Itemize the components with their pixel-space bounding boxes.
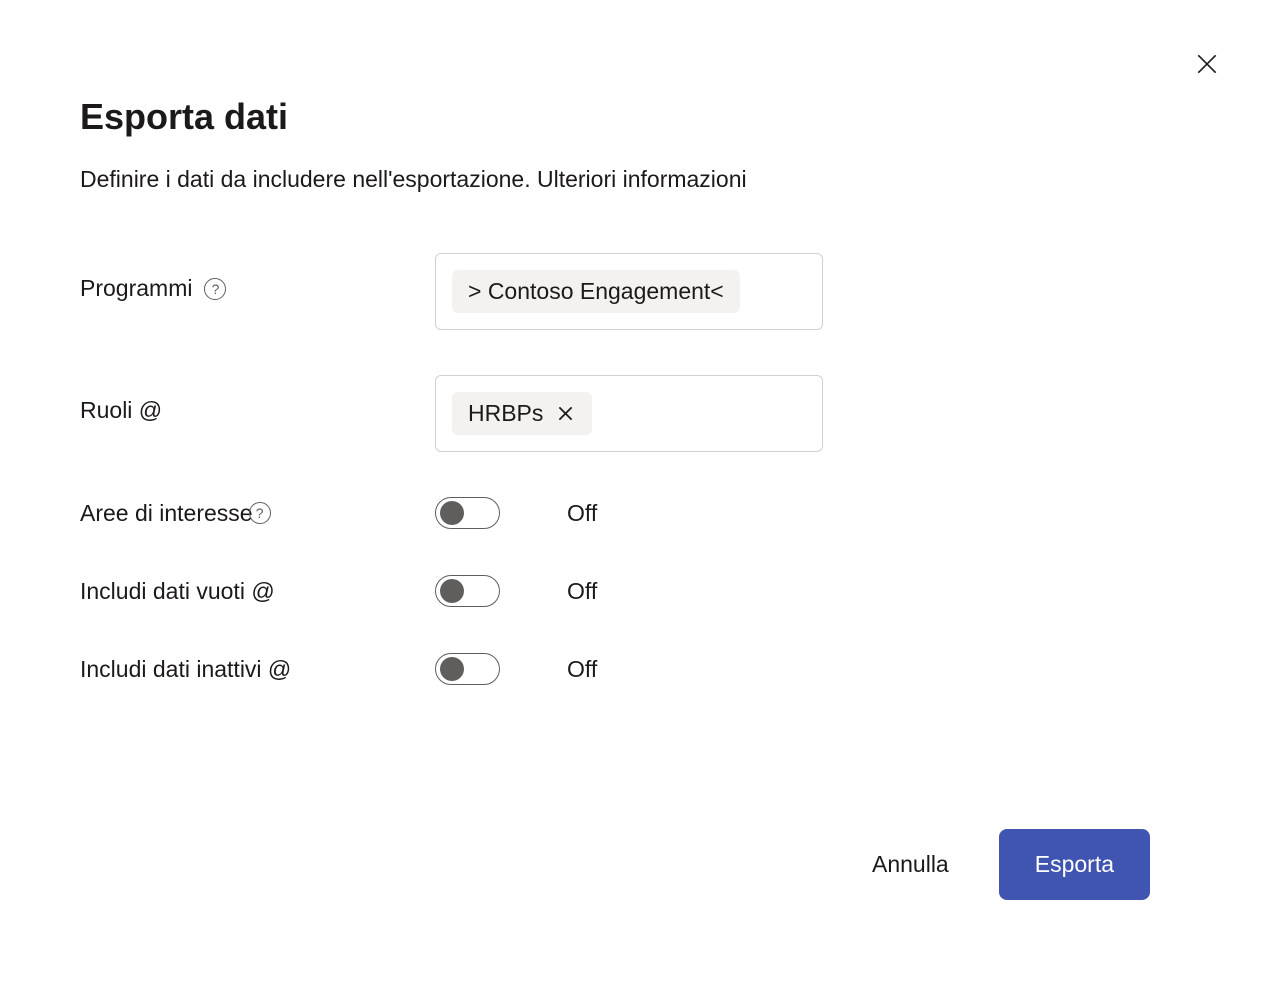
export-button[interactable]: Esporta (999, 829, 1150, 900)
focus-areas-toggle[interactable] (435, 497, 500, 529)
programs-input[interactable]: > Contoso Engagement< (435, 253, 823, 330)
focus-areas-toggle-container: Off (435, 497, 597, 529)
cancel-button[interactable]: Annulla (862, 833, 959, 896)
include-inactive-label-container: Includi dati inattivi @ (80, 656, 435, 683)
roles-chip-remove[interactable] (555, 403, 576, 424)
toggle-knob (440, 657, 464, 681)
include-empty-toggle[interactable] (435, 575, 500, 607)
export-data-dialog: Esporta dati Definire i dati da includer… (0, 0, 1278, 1000)
toggle-knob (440, 579, 464, 603)
roles-label: Ruoli @ (80, 397, 162, 424)
close-icon (1194, 51, 1220, 77)
programs-label: Programmi (80, 275, 192, 302)
help-icon[interactable]: ? (249, 502, 271, 524)
roles-row: Ruoli @ HRBPs (80, 375, 1198, 452)
include-empty-toggle-state: Off (567, 578, 597, 605)
programs-label-container: Programmi ? (80, 253, 435, 302)
help-icon[interactable]: ? (204, 278, 226, 300)
toggle-knob (440, 501, 464, 525)
programs-chip[interactable]: > Contoso Engagement< (452, 270, 740, 313)
roles-input[interactable]: HRBPs (435, 375, 823, 452)
include-empty-label: Includi dati vuoti @ (80, 578, 275, 605)
focus-areas-label-container: Aree di interesse ? (80, 500, 435, 527)
include-empty-row: Includi dati vuoti @ Off (80, 575, 1198, 607)
dialog-title: Esporta dati (80, 96, 1198, 138)
include-inactive-label: Includi dati inattivi @ (80, 656, 291, 683)
include-empty-toggle-container: Off (435, 575, 597, 607)
include-inactive-toggle[interactable] (435, 653, 500, 685)
dialog-footer: Annulla Esporta (862, 829, 1150, 900)
programs-row: Programmi ? > Contoso Engagement< (80, 253, 1198, 330)
focus-areas-label: Aree di interesse (80, 500, 253, 527)
focus-areas-row: Aree di interesse ? Off (80, 497, 1198, 529)
close-button[interactable] (1191, 48, 1223, 80)
focus-areas-toggle-state: Off (567, 500, 597, 527)
include-inactive-row: Includi dati inattivi @ Off (80, 653, 1198, 685)
include-empty-label-container: Includi dati vuoti @ (80, 578, 435, 605)
close-icon (555, 403, 576, 424)
roles-chip[interactable]: HRBPs (452, 392, 592, 435)
include-inactive-toggle-container: Off (435, 653, 597, 685)
roles-label-container: Ruoli @ (80, 375, 435, 424)
dialog-subtitle: Definire i dati da includere nell'esport… (80, 166, 1198, 193)
roles-chip-text: HRBPs (468, 400, 543, 427)
programs-chip-text: > Contoso Engagement< (468, 278, 724, 305)
include-inactive-toggle-state: Off (567, 656, 597, 683)
